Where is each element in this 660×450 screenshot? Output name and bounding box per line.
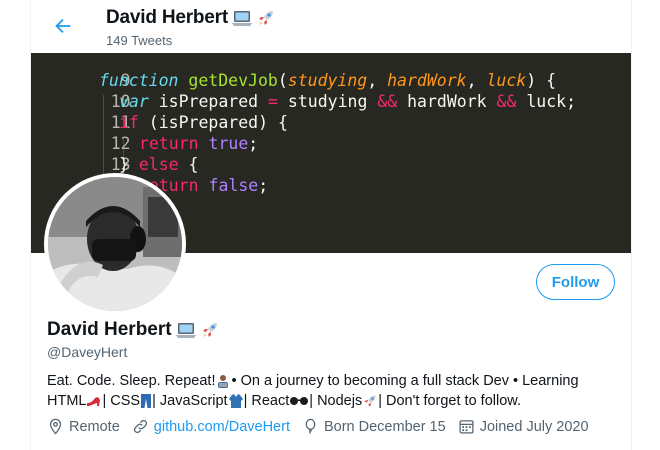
rocket-icon <box>364 395 376 407</box>
code-line: 14 } else { <box>31 154 199 195</box>
header-title: David Herbert <box>106 7 276 29</box>
link-icon <box>133 419 147 434</box>
bio-text: | CSS <box>102 393 141 409</box>
code-line: 9 <box>31 53 131 90</box>
coat-icon <box>228 394 243 409</box>
profile-name: David Herbert <box>47 319 220 341</box>
code-line: 12 if (isPrepared) { <box>31 112 288 153</box>
jeans-icon <box>141 394 152 409</box>
calendar-icon <box>459 420 474 434</box>
code-line: 13 return true; <box>31 133 259 174</box>
avatar-photo <box>48 177 182 311</box>
tweet-count: 149 Tweets <box>106 33 173 48</box>
arrow-left-icon <box>55 18 71 34</box>
profile-name-text: David Herbert <box>47 319 172 340</box>
profile-page: David Herbert 149 Tweets 9 10 function g… <box>30 0 632 450</box>
technologist-icon <box>218 375 229 389</box>
joined-item: Joined July 2020 <box>458 418 589 435</box>
profile-bio: Eat. Code. Sleep. Repeat! • On a journey … <box>47 371 617 411</box>
balloon-icon <box>305 418 316 434</box>
header-name: David Herbert <box>106 7 228 28</box>
location-text: Remote <box>69 418 120 435</box>
laptop-icon <box>232 11 252 26</box>
back-button[interactable] <box>49 12 77 40</box>
glasses-icon <box>290 397 309 406</box>
high-heel-icon <box>87 397 101 407</box>
website-item[interactable]: github.com/DaveHert <box>132 418 290 435</box>
rocket-icon <box>202 323 217 337</box>
joined-text: Joined July 2020 <box>479 418 589 435</box>
bio-text: | Nodejs <box>309 393 363 409</box>
avatar[interactable] <box>48 177 182 311</box>
follow-button[interactable]: Follow <box>536 264 615 300</box>
bio-text: Eat. Code. Sleep. Repeat! <box>47 373 216 389</box>
profile-handle: @DaveyHert <box>47 344 128 360</box>
profile-meta: Remote github.com/DaveHert Born December… <box>47 418 601 435</box>
code-line: 11 var isPrepared = studying && hardWork… <box>31 91 576 132</box>
profile-header-bar: David Herbert 149 Tweets <box>31 0 631 53</box>
bio-text: | Don't forget to follow. <box>378 393 521 409</box>
bio-text: | React <box>243 393 290 409</box>
code-line: 10 function getDevJob(studying, hardWork… <box>31 70 556 111</box>
laptop-icon <box>175 323 196 338</box>
rocket-icon <box>259 11 273 25</box>
bio-text: | JavaScript <box>152 393 228 409</box>
website-link[interactable]: github.com/DaveHert <box>154 419 290 435</box>
location-pin-icon <box>49 418 62 435</box>
birthday-item: Born December 15 <box>302 418 446 435</box>
birthday-text: Born December 15 <box>323 418 446 435</box>
location-item: Remote <box>47 418 120 435</box>
avatar-frame[interactable] <box>44 173 186 315</box>
